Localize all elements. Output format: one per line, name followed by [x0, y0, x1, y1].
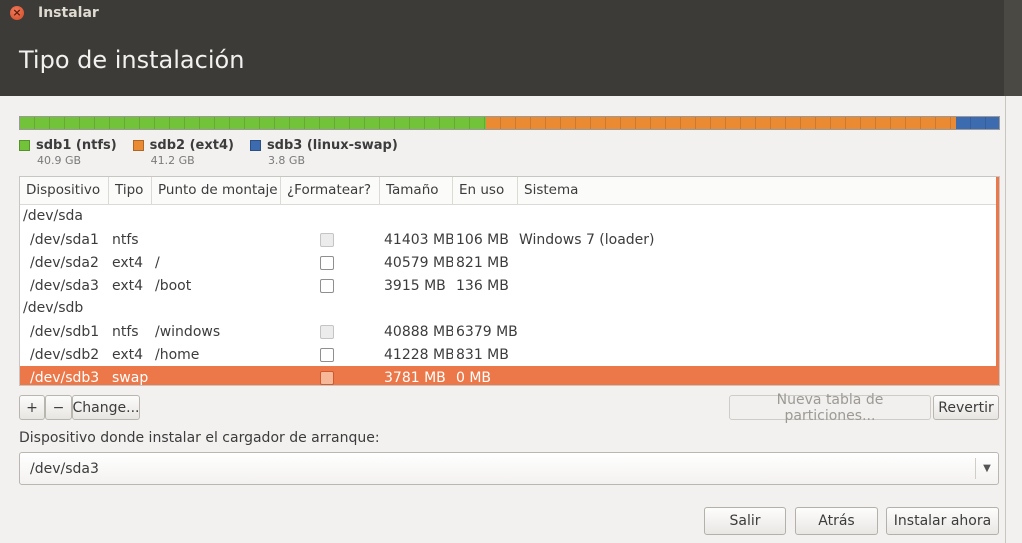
disk-group-row[interactable]: /dev/sda: [20, 205, 999, 228]
partition-segment-sdb3: [955, 117, 999, 129]
bootloader-device-value: /dev/sda3: [30, 460, 99, 477]
remove-partition-button[interactable]: −: [45, 395, 72, 420]
page-header: Tipo de instalación: [0, 26, 1004, 96]
column-header-used[interactable]: En uso: [453, 177, 518, 204]
cell-used: 831 MB: [456, 346, 509, 363]
cell-size: 3915 MB: [384, 277, 446, 294]
cell-format: [281, 347, 380, 363]
cell-format: [281, 278, 380, 294]
table-scrollbar[interactable]: [996, 177, 999, 385]
legend-swatch-blue: [249, 140, 261, 151]
cell-type: ntfs: [112, 323, 139, 340]
partition-bar: [19, 116, 1000, 130]
legend-swatch-green: [19, 140, 30, 151]
legend-item-sdb2: sdb2 (ext4) 41.2 GB: [132, 138, 234, 167]
disk-group-row[interactable]: /dev/sdb: [20, 297, 999, 320]
cell-size: 40888 MB: [384, 323, 453, 340]
bootloader-label: Dispositivo donde instalar el cargador d…: [19, 430, 380, 446]
column-header-mount[interactable]: Punto de montaje: [152, 177, 281, 204]
cell-system: Windows 7 (loader): [519, 231, 655, 248]
table-row[interactable]: /dev/sda3 ext4 /boot 3915 MB 136 MB: [20, 274, 999, 297]
format-checkbox[interactable]: [319, 278, 334, 293]
cell-device: /dev/sdb2: [30, 346, 100, 363]
column-header-size[interactable]: Tamaño: [380, 177, 453, 204]
cell-type: ext4: [112, 254, 144, 271]
cell-mount: /boot: [155, 277, 192, 294]
format-checkbox[interactable]: [319, 370, 334, 385]
legend-swatch-orange: [132, 140, 144, 151]
cell-used: 0 MB: [456, 369, 492, 386]
column-header-type[interactable]: Tipo: [109, 177, 152, 204]
cell-type: swap: [112, 369, 149, 386]
cell-type: ntfs: [112, 231, 139, 248]
background-window-edge: [1004, 0, 1022, 543]
table-header: Dispositivo Tipo Punto de montaje ¿Forma…: [20, 177, 999, 205]
column-header-device[interactable]: Dispositivo: [20, 177, 109, 204]
cell-device: /dev/sdb1: [30, 323, 100, 340]
install-now-button[interactable]: Instalar ahora: [886, 507, 999, 535]
chevron-down-icon[interactable]: ▼: [976, 463, 998, 474]
cell-format: [281, 370, 380, 386]
change-partition-button[interactable]: Change...: [72, 395, 140, 420]
legend-size: 41.2 GB: [150, 154, 195, 167]
page-title: Tipo de instalación: [19, 46, 245, 74]
partition-legend: sdb1 (ntfs) 40.9 GB sdb2 (ext4) 41.2 GB …: [19, 138, 414, 167]
bootloader-device-select[interactable]: /dev/sda3 ▼: [19, 452, 999, 485]
cell-mount: /home: [155, 346, 200, 363]
cell-used: 106 MB: [456, 231, 509, 248]
cell-mount: /windows: [155, 323, 221, 340]
cell-device: /dev/sda1: [30, 231, 99, 248]
table-row[interactable]: /dev/sdb1 ntfs /windows 40888 MB 6379 MB: [20, 320, 999, 343]
cell-format: [281, 232, 380, 248]
cell-size: 3781 MB: [384, 369, 446, 386]
cell-type: ext4: [112, 277, 144, 294]
table-row[interactable]: /dev/sdb2 ext4 /home 41228 MB 831 MB: [20, 343, 999, 366]
table-row[interactable]: /dev/sda1 ntfs 41403 MB 106 MB Windows 7…: [20, 228, 999, 251]
cell-device: /dev/sdb3: [30, 369, 100, 386]
cell-size: 41228 MB: [384, 346, 453, 363]
column-header-system[interactable]: Sistema: [518, 177, 999, 204]
partition-table[interactable]: Dispositivo Tipo Punto de montaje ¿Forma…: [19, 176, 1000, 386]
format-checkbox[interactable]: [319, 255, 334, 270]
cell-format: [281, 324, 380, 340]
window-title: Instalar: [38, 5, 99, 21]
cell-size: 41403 MB: [384, 231, 453, 248]
cell-mount: /: [155, 254, 160, 271]
legend-item-sdb1: sdb1 (ntfs) 40.9 GB: [19, 138, 117, 167]
cell-size: 40579 MB: [384, 254, 453, 271]
partition-segment-sdb2: [486, 117, 956, 129]
format-checkbox[interactable]: [319, 324, 334, 339]
legend-size: 40.9 GB: [37, 154, 82, 167]
legend-size: 3.8 GB: [267, 154, 305, 167]
cell-device: /dev/sda3: [30, 277, 99, 294]
cell-format: [281, 255, 380, 271]
add-partition-button[interactable]: +: [19, 395, 45, 420]
new-partition-table-button[interactable]: Nueva tabla de particiones...: [729, 392, 931, 424]
legend-name: sdb1 (ntfs): [36, 138, 117, 153]
cell-used: 821 MB: [456, 254, 509, 271]
quit-button[interactable]: Salir: [704, 507, 786, 535]
close-icon[interactable]: ×: [10, 6, 24, 20]
legend-item-sdb3: sdb3 (linux-swap) 3.8 GB: [249, 138, 398, 167]
table-row[interactable]: /dev/sda2 ext4 / 40579 MB 821 MB: [20, 251, 999, 274]
format-checkbox[interactable]: [319, 232, 334, 247]
legend-name: sdb2 (ext4): [149, 138, 234, 153]
window-titlebar: × Instalar: [0, 0, 1004, 26]
partition-segment-sdb1: [20, 117, 486, 129]
format-checkbox[interactable]: [319, 347, 334, 362]
cell-used: 6379 MB: [456, 323, 518, 340]
column-header-format[interactable]: ¿Formatear?: [281, 177, 380, 204]
back-button[interactable]: Atrás: [795, 507, 878, 535]
legend-name: sdb3 (linux-swap): [266, 138, 398, 153]
revert-button[interactable]: Revertir: [933, 395, 999, 420]
table-row-selected[interactable]: /dev/sdb3 swap 3781 MB 0 MB: [20, 366, 999, 386]
cell-device: /dev/sda2: [30, 254, 99, 271]
cell-used: 136 MB: [456, 277, 509, 294]
cell-type: ext4: [112, 346, 144, 363]
